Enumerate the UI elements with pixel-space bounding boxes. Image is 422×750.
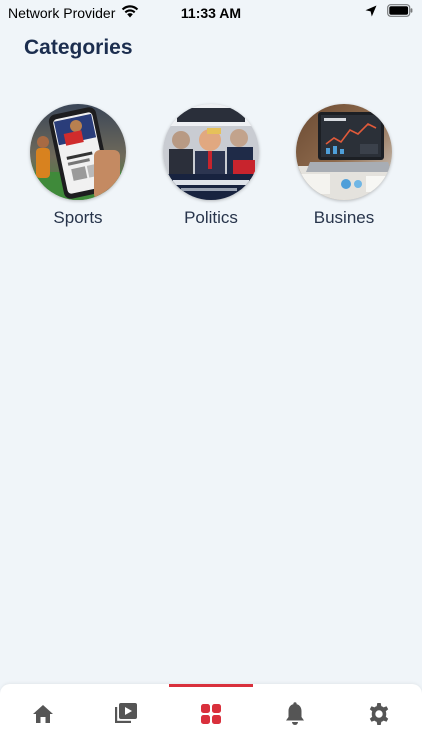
wifi-icon	[121, 5, 139, 21]
video-library-icon	[114, 702, 138, 731]
tab-home[interactable]	[29, 702, 57, 730]
location-arrow-icon	[365, 4, 377, 22]
category-politics[interactable]: Politics	[163, 104, 259, 228]
tab-categories[interactable]	[197, 702, 225, 730]
carrier-label: Network Provider	[8, 5, 116, 21]
active-tab-indicator	[169, 684, 253, 687]
category-list: Sports Politics Busines	[30, 104, 392, 228]
sports-thumbnail	[30, 104, 126, 200]
battery-icon	[387, 4, 413, 22]
category-sports[interactable]: Sports	[30, 104, 126, 228]
category-label: Sports	[53, 208, 103, 227]
category-label: Busines	[313, 208, 375, 227]
bell-icon	[285, 701, 305, 731]
tab-notifications[interactable]	[281, 701, 309, 731]
category-label: Politics	[184, 208, 238, 227]
grid-icon	[200, 703, 222, 730]
bottom-tab-bar	[0, 684, 422, 750]
page-title: Categories	[24, 36, 133, 59]
status-bar: Network Provider 11:33 AM	[0, 0, 422, 26]
business-thumbnail	[296, 104, 392, 200]
tab-settings[interactable]	[365, 702, 393, 730]
home-icon	[32, 704, 54, 729]
gear-icon	[367, 702, 391, 731]
app-screen: Network Provider 11:33 AM Categories Spo…	[0, 0, 422, 750]
clock-time: 11:33 AM	[180, 5, 242, 21]
politics-thumbnail	[163, 104, 259, 200]
category-business[interactable]: Busines	[296, 104, 392, 228]
tab-videos[interactable]	[112, 702, 140, 730]
